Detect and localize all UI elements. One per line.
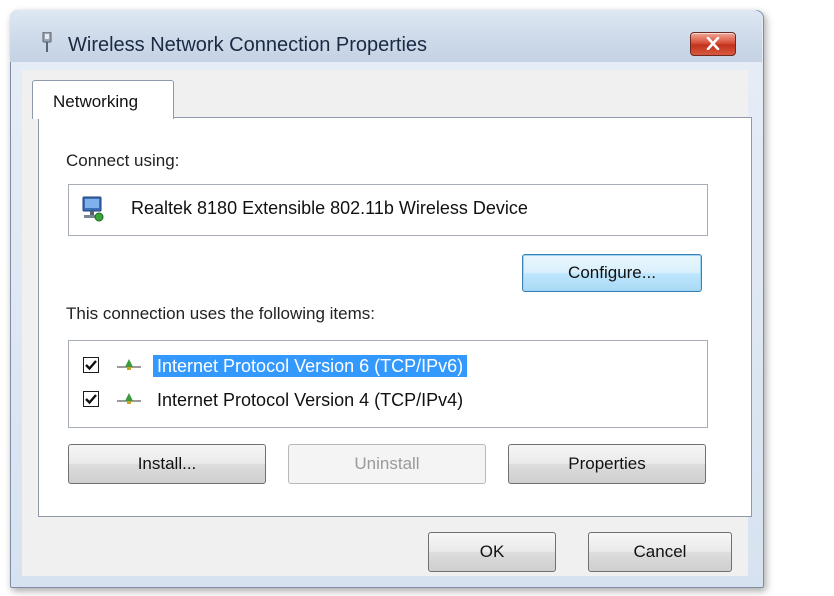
cancel-button[interactable]: Cancel	[588, 532, 732, 572]
item-label: Internet Protocol Version 6 (TCP/IPv6)	[153, 355, 468, 377]
tab-label: Networking	[53, 92, 139, 111]
list-item-ipv4[interactable]: Internet Protocol Version 4 (TCP/IPv4)	[83, 387, 683, 411]
checkmark-icon	[85, 360, 97, 371]
items-list: Internet Protocol Version 6 (TCP/IPv6) I…	[68, 340, 708, 428]
device-name: Realtek 8180 Extensible 802.11b Wireless…	[131, 198, 528, 218]
item-label: Internet Protocol Version 4 (TCP/IPv4)	[157, 390, 464, 410]
list-item-ipv6[interactable]: Internet Protocol Version 6 (TCP/IPv6)	[83, 353, 683, 377]
window-title: Wireless Network Connection Properties	[68, 34, 428, 56]
configure-label: Configure...	[568, 263, 656, 282]
cancel-label: Cancel	[633, 542, 687, 561]
install-button[interactable]: Install...	[68, 444, 266, 484]
items-label: This connection uses the following items…	[66, 304, 375, 323]
device-field: Realtek 8180 Extensible 802.11b Wireless…	[68, 184, 708, 236]
properties-label: Properties	[568, 454, 646, 473]
uninstall-label: Uninstall	[354, 454, 420, 473]
close-button[interactable]	[690, 32, 736, 56]
checkmark-icon	[85, 394, 97, 405]
title-bar[interactable]: Wireless Network Connection Properties	[10, 10, 762, 62]
protocol-icon	[117, 358, 141, 372]
network-device-icon	[79, 195, 107, 223]
ipv6-checkbox[interactable]	[83, 357, 99, 373]
ok-label: OK	[479, 542, 505, 561]
install-label: Install...	[137, 454, 197, 473]
connect-using-label: Connect using:	[66, 151, 180, 170]
ipv4-checkbox[interactable]	[83, 391, 99, 407]
ok-button[interactable]: OK	[428, 532, 556, 572]
properties-button[interactable]: Properties	[508, 444, 706, 484]
configure-button[interactable]: Configure...	[522, 254, 702, 292]
protocol-icon	[117, 392, 141, 406]
network-adapter-icon	[40, 31, 54, 54]
tab-networking[interactable]: Networking	[32, 80, 174, 119]
uninstall-button[interactable]: Uninstall	[288, 444, 486, 484]
close-icon	[706, 37, 720, 50]
